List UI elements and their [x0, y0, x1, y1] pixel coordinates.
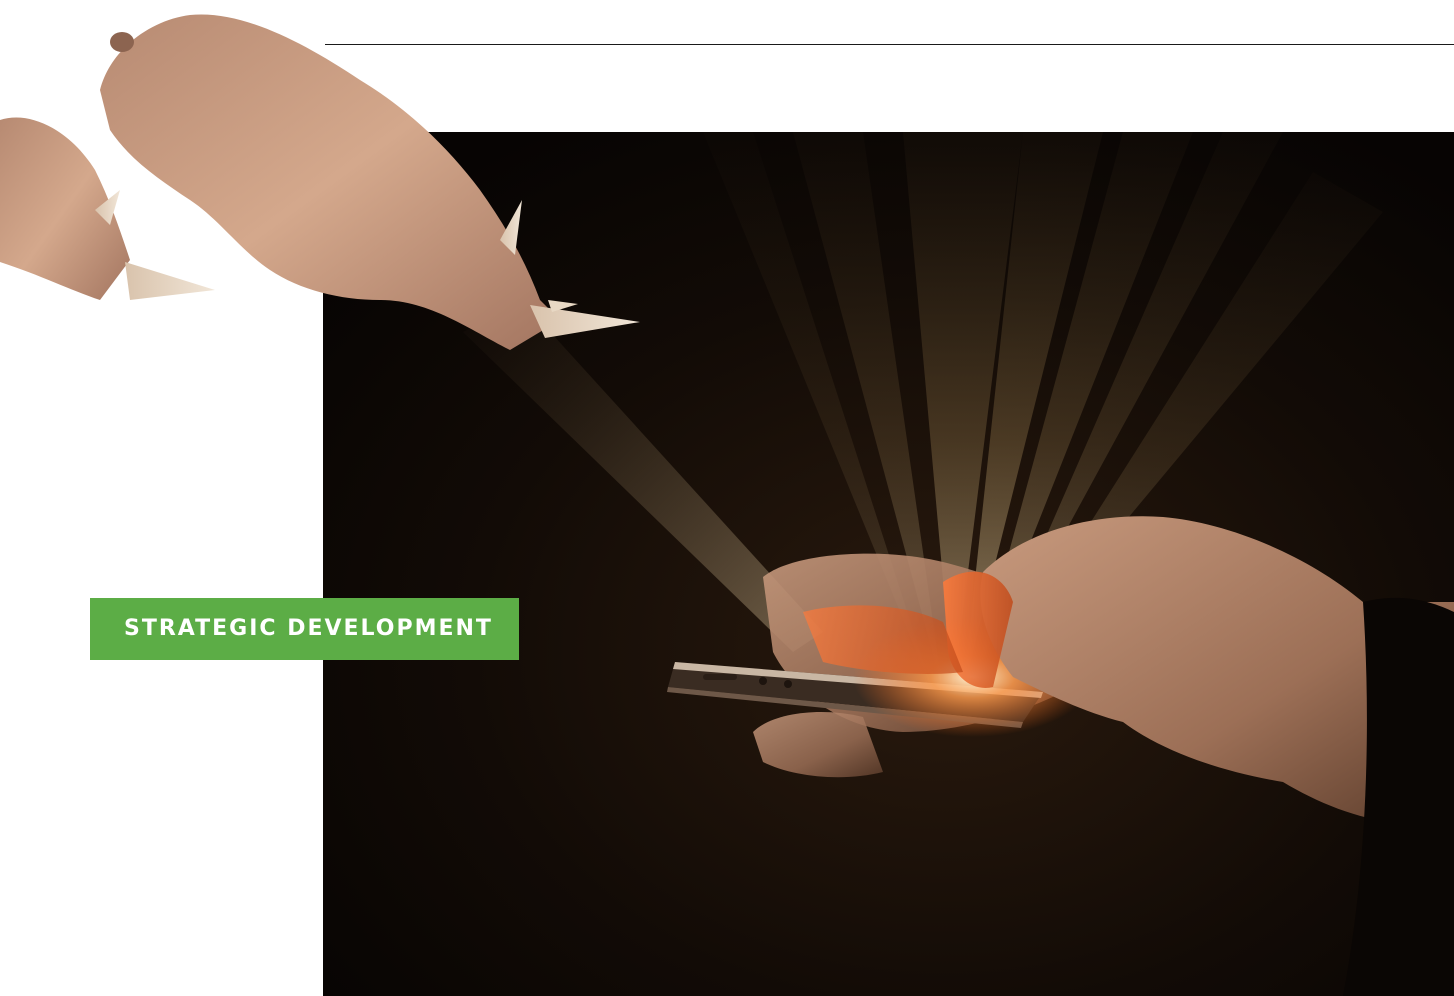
hero-photo [323, 132, 1454, 996]
section-label-strategic-development: STRATEGIC DEVELOPMENT [90, 598, 519, 660]
page: STRATEGIC DEVELOPMENT [0, 0, 1454, 996]
top-rule-divider [325, 44, 1454, 45]
